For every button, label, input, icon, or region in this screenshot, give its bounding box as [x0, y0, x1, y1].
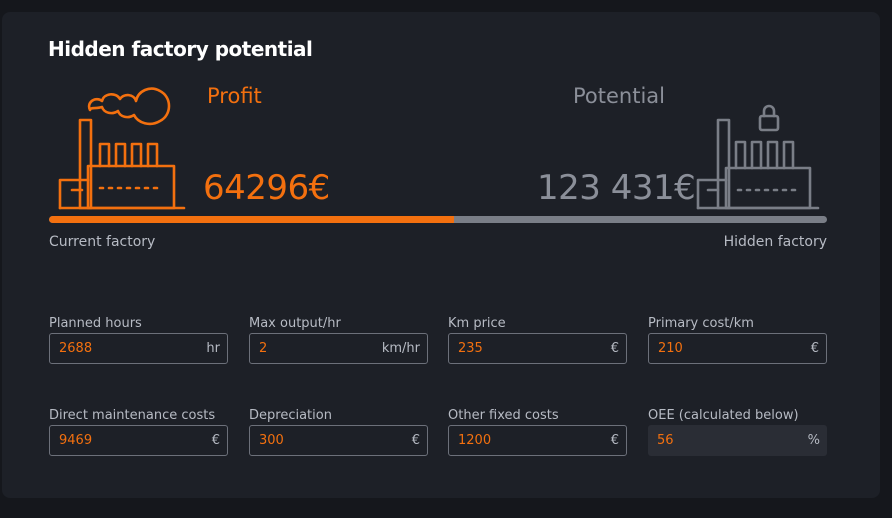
factory-locked-icon [696, 104, 820, 210]
oee-value: 56 [657, 433, 674, 448]
oee-unit: % [807, 433, 820, 448]
km-price-unit: € [610, 341, 619, 356]
card-title: Hidden factory potential [48, 37, 313, 61]
depreciation-input[interactable]: 300 € [249, 425, 428, 456]
max-output-value: 2 [259, 341, 268, 356]
planned-hours-field: Planned hours 2688 hr [49, 316, 228, 364]
primary-cost-field: Primary cost/km 210 € [648, 316, 827, 364]
current-factory-caption: Current factory [49, 234, 156, 250]
km-price-field: Km price 235 € [448, 316, 627, 364]
maintenance-costs-unit: € [211, 433, 220, 448]
max-output-unit: km/hr [381, 341, 420, 356]
primary-cost-value: 210 [658, 341, 683, 356]
primary-cost-input[interactable]: 210 € [648, 333, 827, 364]
hidden-factory-caption: Hidden factory [723, 234, 827, 250]
max-output-label: Max output/hr [249, 316, 341, 331]
maintenance-costs-label: Direct maintenance costs [49, 408, 216, 423]
km-price-label: Km price [448, 316, 506, 331]
other-fixed-costs-unit: € [610, 433, 619, 448]
potential-value: 123 431€ [537, 168, 696, 208]
depreciation-value: 300 [259, 433, 284, 448]
max-output-input[interactable]: 2 km/hr [249, 333, 428, 364]
max-output-field: Max output/hr 2 km/hr [249, 316, 428, 364]
planned-hours-input[interactable]: 2688 hr [49, 333, 228, 364]
maintenance-costs-value: 9469 [59, 433, 93, 448]
other-fixed-costs-field: Other fixed costs 1200 € [448, 408, 627, 456]
profit-progress-fill [49, 216, 454, 223]
oee-label: OEE (calculated below) [648, 408, 799, 423]
maintenance-costs-field: Direct maintenance costs 9469 € [49, 408, 228, 456]
depreciation-label: Depreciation [249, 408, 332, 423]
profit-value: 64296€ [203, 168, 330, 208]
km-price-input[interactable]: 235 € [448, 333, 627, 364]
km-price-value: 235 [458, 341, 483, 356]
depreciation-unit: € [411, 433, 420, 448]
planned-hours-label: Planned hours [49, 316, 142, 331]
profit-progress-bar [49, 216, 827, 223]
primary-cost-label: Primary cost/km [648, 316, 754, 331]
potential-label: Potential [573, 84, 665, 108]
planned-hours-value: 2688 [59, 341, 93, 356]
other-fixed-costs-label: Other fixed costs [448, 408, 559, 423]
oee-field: OEE (calculated below) 56 % [648, 408, 827, 456]
profit-label: Profit [207, 84, 262, 108]
other-fixed-costs-input[interactable]: 1200 € [448, 425, 627, 456]
oee-readonly-input: 56 % [648, 425, 827, 456]
planned-hours-unit: hr [206, 341, 220, 356]
primary-cost-unit: € [810, 341, 819, 356]
factory-smoke-icon [58, 87, 186, 210]
other-fixed-costs-value: 1200 [458, 433, 492, 448]
depreciation-field: Depreciation 300 € [249, 408, 428, 456]
maintenance-costs-input[interactable]: 9469 € [49, 425, 228, 456]
